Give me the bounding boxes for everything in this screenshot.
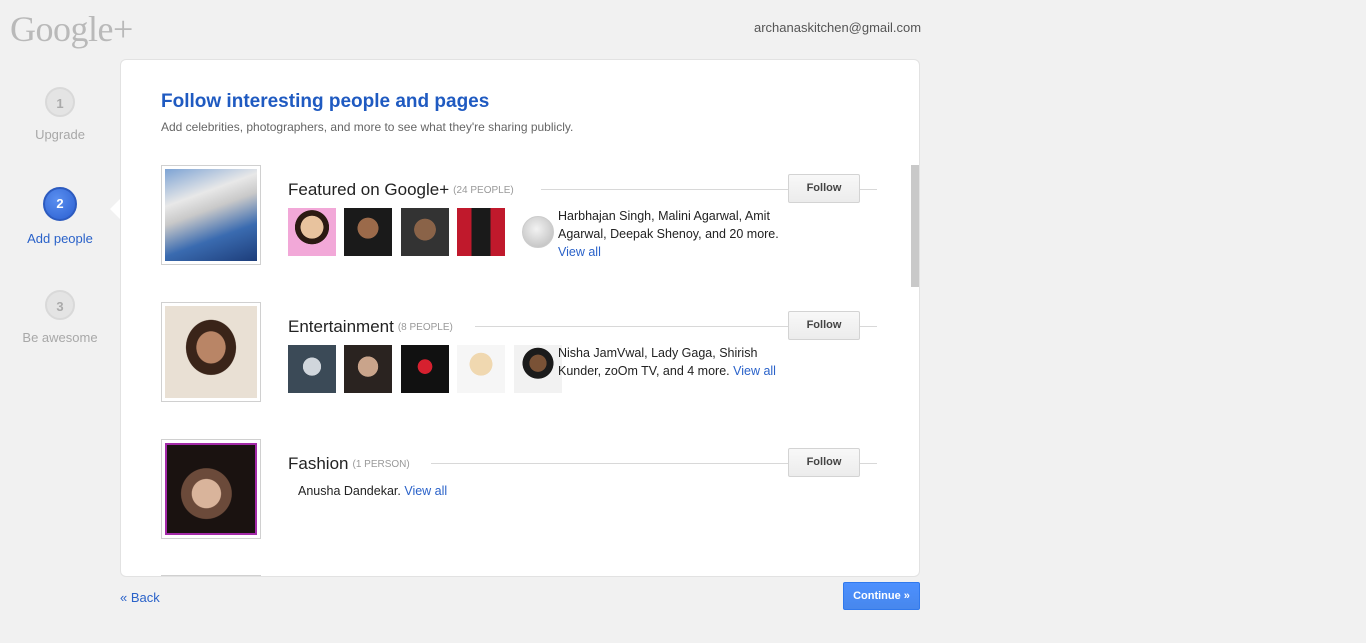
fashion-cover-image: [161, 439, 261, 539]
next-section-cover-image: [161, 575, 261, 576]
avatar[interactable]: [344, 208, 393, 256]
avatar[interactable]: [457, 208, 506, 256]
section-featured: Featured on Google+ (24 PEOPLE) Follow Ha…: [161, 165, 881, 267]
avatar[interactable]: [288, 345, 336, 393]
avatar-strip: [288, 208, 566, 256]
main-card: Follow interesting people and pages Add …: [120, 59, 920, 577]
section-description: Anusha Dandekar. View all: [298, 482, 698, 500]
google-plus-logo[interactable]: Google+: [10, 8, 133, 50]
account-email[interactable]: archanaskitchen@gmail.com: [754, 20, 921, 35]
section-fashion: Fashion (1 PERSON) Follow Anusha Dandekar…: [161, 439, 881, 541]
avatar-disc: [521, 216, 554, 248]
view-all-link[interactable]: View all: [733, 364, 776, 378]
avatar[interactable]: [288, 208, 336, 256]
follow-button[interactable]: Follow: [788, 448, 860, 477]
people-list: Nisha JamVwal, Lady Gaga, Shirish Kunder…: [558, 346, 758, 378]
avatar[interactable]: [400, 345, 449, 393]
step-label-upgrade: Upgrade: [35, 127, 85, 142]
section-title-text: Fashion: [288, 454, 349, 473]
step-be-awesome: 3 Be awesome: [0, 290, 120, 345]
page-title: Follow interesting people and pages: [161, 91, 490, 112]
avatar[interactable]: [344, 345, 393, 393]
section-entertainment: Entertainment (8 PEOPLE) Follow Nisha Jam…: [161, 302, 881, 404]
scrollbar[interactable]: [911, 165, 919, 287]
section-title-text: Featured on Google+: [288, 180, 450, 199]
step-add-people: 2 Add people: [0, 187, 120, 246]
section-title: Fashion (1 PERSON): [288, 454, 410, 474]
step-label-be-awesome: Be awesome: [22, 330, 98, 345]
section-description: Nisha JamVwal, Lady Gaga, Shirish Kunder…: [558, 344, 798, 380]
section-title-text: Entertainment: [288, 317, 394, 336]
step-number-2: 2: [43, 187, 77, 221]
follow-button[interactable]: Follow: [788, 311, 860, 340]
section-title: Entertainment (8 PEOPLE): [288, 317, 453, 337]
step-label-add-people: Add people: [27, 231, 93, 246]
follow-button[interactable]: Follow: [788, 174, 860, 203]
section-count: (24 PEOPLE): [453, 185, 514, 196]
page-subtitle: Add celebrities, photographers, and more…: [161, 120, 574, 134]
avatar[interactable]: [457, 345, 506, 393]
continue-button[interactable]: Continue »: [843, 582, 920, 610]
section-title: Featured on Google+ (24 PEOPLE): [288, 180, 514, 200]
avatar[interactable]: [513, 208, 562, 256]
people-list: Anusha Dandekar.: [298, 484, 401, 498]
step-upgrade: 1 Upgrade: [0, 87, 120, 142]
avatar[interactable]: [513, 345, 562, 393]
avatar[interactable]: [400, 208, 449, 256]
section-count: (8 PEOPLE): [397, 322, 453, 333]
people-list: Harbhajan Singh, Malini Agarwal, Amit Ag…: [558, 209, 779, 241]
entertainment-cover-image: [161, 302, 261, 402]
avatar-strip: [288, 345, 566, 393]
back-link[interactable]: « Back: [120, 590, 160, 605]
step-number-1: 1: [45, 87, 75, 117]
featured-cover-image: [161, 165, 261, 265]
step-number-3: 3: [45, 290, 75, 320]
view-all-link[interactable]: View all: [404, 484, 447, 498]
section-description: Harbhajan Singh, Malini Agarwal, Amit Ag…: [558, 207, 798, 261]
section-count: (1 PERSON): [352, 459, 410, 470]
view-all-link[interactable]: View all: [558, 245, 601, 259]
